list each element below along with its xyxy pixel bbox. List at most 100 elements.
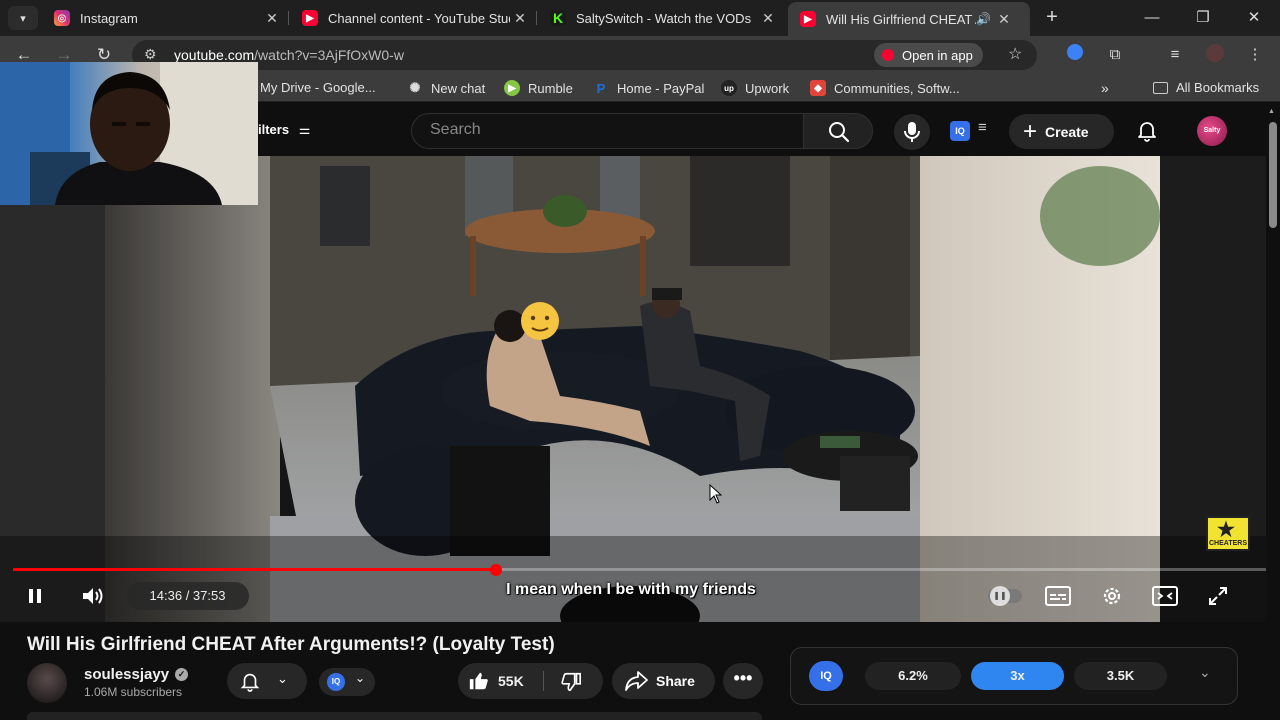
thumbs-down-icon bbox=[561, 672, 581, 692]
iq-extension-icon[interactable]: IQ bbox=[950, 121, 970, 141]
restore-button[interactable]: ❐ bbox=[1188, 6, 1218, 30]
bookmark-google-drive[interactable]: My Drive - Google... bbox=[260, 80, 376, 95]
iq-stats-panel: IQ 6.2% 3x 3.5K ⌄ bbox=[790, 647, 1238, 705]
share-button[interactable]: Share bbox=[612, 663, 715, 699]
progress-scrubber[interactable] bbox=[490, 564, 502, 576]
iq-stat-multiplier: 3x bbox=[971, 662, 1064, 690]
close-icon[interactable]: ✕ bbox=[994, 11, 1014, 28]
iq-icon: IQ bbox=[327, 673, 345, 691]
iq-logo[interactable]: IQ bbox=[809, 661, 843, 691]
bookmark-communities[interactable]: ◆ Communities, Softw... bbox=[810, 80, 960, 96]
theater-mode-button[interactable] bbox=[1147, 582, 1183, 610]
iq-menu-icon[interactable]: ≡ bbox=[978, 119, 987, 136]
upwork-icon: up bbox=[721, 80, 737, 96]
chevron-down-icon: ⌄ bbox=[355, 671, 366, 685]
more-actions-button[interactable]: ••• bbox=[723, 663, 763, 699]
tab-saltyswitch[interactable]: K SaltySwitch - Watch the VODs ✕ bbox=[538, 5, 778, 31]
tab-divider bbox=[288, 11, 289, 25]
more-horizontal-icon: ••• bbox=[733, 668, 753, 688]
rumble-icon: ▶ bbox=[504, 80, 520, 96]
close-window-button[interactable]: ✕ bbox=[1239, 6, 1269, 30]
filters-button[interactable]: ilters ⚌ bbox=[258, 122, 310, 138]
bookmark-upwork[interactable]: up Upwork bbox=[721, 80, 789, 96]
new-tab-button[interactable]: + bbox=[1040, 6, 1064, 30]
tab-search-button[interactable]: ▾ bbox=[8, 6, 38, 30]
search-icon bbox=[829, 122, 850, 143]
communities-icon: ◆ bbox=[810, 80, 826, 96]
bookmark-new-chat[interactable]: ✺ New chat bbox=[407, 80, 486, 96]
tab-youtube-video[interactable]: ▶ Will His Girlfriend CHEAT After Argume… bbox=[788, 2, 1030, 36]
channel-name[interactable]: soulessjayy ✓ bbox=[84, 666, 189, 683]
bookmark-star-icon[interactable]: ☆ bbox=[1008, 44, 1022, 64]
mouse-cursor-icon bbox=[709, 484, 723, 504]
browser-menu-icon[interactable]: ⋮ bbox=[1244, 44, 1266, 66]
scrollbar-thumb[interactable] bbox=[1269, 122, 1277, 228]
all-bookmarks-button[interactable]: All Bookmarks bbox=[1153, 80, 1259, 95]
account-avatar[interactable]: Salty bbox=[1197, 116, 1227, 146]
search-input[interactable] bbox=[430, 121, 790, 139]
tab-title: Will His Girlfriend CHEAT After Argument… bbox=[826, 11, 976, 27]
site-settings-icon[interactable]: ⚙ bbox=[144, 46, 157, 63]
subtitles-button[interactable] bbox=[1040, 582, 1076, 610]
tab-title: Instagram bbox=[80, 10, 138, 26]
theater-icon bbox=[1152, 586, 1178, 606]
tab-title: Channel content - YouTube Studio bbox=[328, 10, 510, 26]
tab-strip: ▾ ◎ Instagram ✕ ▶ Channel content - YouT… bbox=[0, 0, 1280, 36]
plus-icon: + bbox=[1023, 117, 1038, 145]
bookmark-rumble[interactable]: ▶ Rumble bbox=[504, 80, 573, 96]
video-frame bbox=[0, 156, 1280, 622]
fullscreen-icon bbox=[1209, 587, 1227, 605]
bookmark-paypal[interactable]: P Home - PayPal bbox=[593, 80, 705, 96]
more-bookmarks-icon[interactable]: » bbox=[1101, 80, 1109, 96]
search-button[interactable] bbox=[803, 113, 873, 149]
notifications-button[interactable] bbox=[1135, 118, 1159, 147]
cheaters-watermark: ★ CHEATERS bbox=[1206, 516, 1250, 551]
fullscreen-button[interactable] bbox=[1200, 582, 1236, 610]
extension-icon[interactable] bbox=[1064, 44, 1086, 66]
video-player[interactable]: ★ CHEATERS 14:36 / 37:53 I mean when I b… bbox=[0, 156, 1280, 622]
tab-title: SaltySwitch - Watch the VODs bbox=[576, 10, 752, 26]
tab-youtube-studio[interactable]: ▶ Channel content - YouTube Studio ✕ bbox=[290, 5, 530, 31]
description-box-edge bbox=[27, 712, 762, 720]
scroll-up-arrow-icon[interactable]: ▲ bbox=[1268, 108, 1275, 115]
close-icon[interactable]: ✕ bbox=[758, 10, 778, 27]
verified-icon: ✓ bbox=[175, 668, 189, 681]
gear-icon bbox=[1103, 587, 1121, 605]
media-controls-icon[interactable]: ≡ bbox=[1164, 44, 1186, 66]
open-in-app-button[interactable]: Open in app bbox=[874, 43, 983, 67]
share-icon bbox=[625, 671, 648, 691]
paypal-icon: P bbox=[596, 80, 606, 96]
folder-icon bbox=[1153, 81, 1168, 94]
tab-instagram[interactable]: ◎ Instagram ✕ bbox=[42, 5, 282, 31]
webcam-overlay bbox=[0, 62, 258, 205]
settings-button[interactable] bbox=[1094, 582, 1130, 610]
speaker-icon[interactable]: 🔊 bbox=[976, 12, 994, 26]
minimize-button[interactable]: — bbox=[1137, 6, 1167, 30]
profile-avatar[interactable] bbox=[1204, 44, 1226, 66]
close-icon[interactable]: ✕ bbox=[510, 10, 530, 27]
subscribed-notifications-button[interactable]: ⌄ bbox=[227, 663, 307, 699]
like-button[interactable]: 55K bbox=[458, 663, 543, 699]
chevron-down-icon[interactable]: ⌄ bbox=[1199, 664, 1211, 681]
extensions-puzzle-icon[interactable]: ⧉ bbox=[1104, 44, 1126, 66]
kick-icon: K bbox=[550, 10, 566, 26]
iq-stat-percent: 6.2% bbox=[865, 662, 961, 690]
create-button[interactable]: + Create bbox=[1009, 114, 1114, 149]
captions-icon bbox=[1045, 586, 1071, 606]
chevron-down-icon: ⌄ bbox=[277, 671, 288, 686]
iq-stat-count: 3.5K bbox=[1074, 662, 1167, 690]
channel-avatar[interactable] bbox=[27, 663, 67, 703]
dislike-button[interactable] bbox=[544, 663, 603, 699]
thumbs-up-icon bbox=[469, 672, 488, 690]
close-icon[interactable]: ✕ bbox=[262, 10, 282, 27]
autoplay-toggle[interactable]: ❚❚ bbox=[988, 586, 1022, 606]
address-bar[interactable]: ⚙ youtube.com/watch?v=3AjFfOxW0-w Open i… bbox=[132, 40, 1037, 70]
instagram-icon: ◎ bbox=[54, 10, 70, 26]
microphone-icon bbox=[904, 122, 920, 142]
voice-search-button[interactable] bbox=[894, 114, 930, 150]
url-text: youtube.com/watch?v=3AjFfOxW0-w bbox=[174, 47, 404, 63]
bell-icon bbox=[240, 673, 260, 692]
star-icon: ★ bbox=[1217, 519, 1235, 541]
iq-dropdown-button[interactable]: IQ ⌄ bbox=[319, 668, 375, 696]
search-box[interactable] bbox=[411, 113, 803, 149]
